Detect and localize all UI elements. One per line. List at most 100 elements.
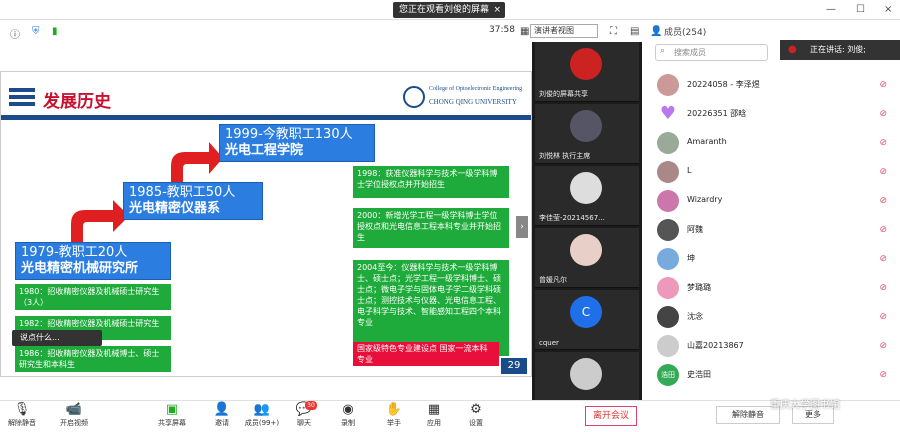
speaker-avatar: ●	[788, 44, 797, 55]
speaking-indicator: 正在讲话: 刘俊;	[780, 40, 900, 60]
stage-name: 光电精密机械研究所	[21, 261, 139, 276]
video-tile[interactable]: 刘悦林 执行主席	[535, 104, 639, 164]
layout-icon[interactable]: ▤	[630, 26, 639, 37]
invite-button[interactable]: 👤 邀请	[202, 402, 242, 428]
camera-off-icon: ⊘	[879, 370, 887, 380]
milestone-1980: 1980：招收精密仪器及机械硕士研究生（3人）	[15, 284, 171, 310]
video-name: cquer	[539, 339, 559, 347]
signal-icon[interactable]: ▮	[52, 26, 58, 37]
stage-1985: 1985-教职工50人 光电精密仪器系	[123, 182, 263, 220]
meeting-timer: 37:58	[489, 25, 515, 35]
maximize-icon[interactable]: ☐	[856, 4, 865, 15]
heart-icon: ♥	[657, 103, 679, 125]
info-icon[interactable]: ⓘ	[10, 26, 20, 41]
member-item[interactable]: ♥ 20226351 邵晗 ⊘	[657, 101, 887, 127]
chat-button[interactable]: 💬 聊天	[284, 402, 324, 428]
members-count-label: 成员(254)	[664, 28, 707, 38]
button-label: 解除静音	[8, 419, 36, 427]
share-screen-button[interactable]: ▣ 共享屏幕	[152, 402, 192, 428]
chat-input[interactable]: 说点什么...	[12, 330, 102, 346]
start-video-button[interactable]: 📹 开启视频	[54, 402, 94, 428]
member-item[interactable]: 梦璐璐 ⊘	[657, 275, 887, 301]
avatar	[657, 248, 679, 270]
member-name: 梦璐璐	[687, 283, 711, 292]
avatar	[657, 335, 679, 357]
shield-icon[interactable]: ⛨	[32, 26, 40, 37]
camera-off-icon: ⊘	[879, 109, 887, 119]
member-name: 史浩田	[687, 370, 711, 379]
search-input[interactable]: 搜索成员	[655, 44, 768, 61]
camera-off-icon: ⊘	[879, 341, 887, 351]
camera-off-icon: ⊘	[879, 312, 887, 322]
member-item[interactable]: 20224058 - 李泽煜 ⊘	[657, 72, 887, 98]
milestone-1998: 1998：获准仪器科学与技术一级学科博士学位授权点并开始招生	[353, 166, 509, 198]
member-item[interactable]: 山嘉20213867 ⊘	[657, 333, 887, 359]
viewing-banner[interactable]: 您正在观看刘俊的屏幕 ×	[393, 2, 505, 18]
button-label: 举手	[387, 419, 401, 427]
raise-hand-button[interactable]: ✋ 举手	[374, 402, 414, 428]
video-tile[interactable]: 刘俊的屏幕共享	[535, 42, 639, 102]
camera-off-icon: ⊘	[879, 254, 887, 264]
record-icon: ◉	[342, 402, 354, 417]
member-item[interactable]: Amaranth ⊘	[657, 130, 887, 156]
avatar	[570, 172, 602, 204]
window-close-icon[interactable]: ×	[884, 4, 892, 15]
member-item[interactable]: Wizardry ⊘	[657, 188, 887, 214]
leave-meeting-button[interactable]: 离开会议	[585, 406, 637, 426]
milestone-2000: 2000：新增光学工程一级学科博士学位授权点和光电信息工程本科专业并开始招生	[353, 208, 509, 248]
camera-off-icon: ⊘	[879, 138, 887, 148]
unmute-button[interactable]: 🎙 解除静音	[2, 402, 42, 428]
member-name: 20226351 邵晗	[687, 109, 747, 118]
avatar	[657, 190, 679, 212]
avatar	[570, 358, 602, 390]
camera-off-icon: ⊘	[879, 80, 887, 90]
button-label: 应用	[427, 419, 441, 427]
stage-1979: 1979-教职工20人 光电精密机械研究所	[15, 242, 171, 280]
collapse-panel-button[interactable]: ›	[516, 216, 528, 238]
video-tile[interactable]: 曾媛凡尔	[535, 228, 639, 288]
member-item[interactable]: 阿魏 ⊘	[657, 217, 887, 243]
member-name: 阿魏	[687, 225, 703, 234]
avatar	[657, 161, 679, 183]
video-off-icon: 📹	[65, 402, 83, 417]
minimize-icon[interactable]: —	[826, 4, 836, 15]
chat-icon: 💬	[295, 402, 313, 417]
member-item[interactable]: 沈念 ⊘	[657, 304, 887, 330]
grid-icon[interactable]: ▦	[520, 26, 529, 37]
hand-icon: ✋	[385, 402, 403, 417]
video-tile[interactable]: C cquer	[535, 290, 639, 350]
settings-button[interactable]: ⚙ 设置	[456, 402, 496, 428]
member-item[interactable]: 坤 ⊘	[657, 246, 887, 272]
avatar	[570, 48, 602, 80]
university-logo-icon	[403, 86, 425, 108]
view-mode-button[interactable]: 演讲者视图	[530, 24, 598, 38]
members-button[interactable]: 👥 成员(99+)	[242, 402, 282, 428]
members-icon: 👥	[253, 402, 271, 417]
member-item[interactable]: 浩田 史浩田 ⊘	[657, 362, 887, 388]
close-icon[interactable]: ×	[493, 2, 501, 18]
invite-icon: 👤	[213, 402, 231, 417]
search-icon: ⌕	[660, 46, 666, 56]
apps-icon: ▦	[427, 402, 441, 417]
video-tile[interactable]: 李佳莹-20214567...	[535, 166, 639, 226]
stage-1999: 1999-今教职工130人 光电工程学院	[219, 124, 375, 162]
avatar	[657, 306, 679, 328]
camera-off-icon: ⊘	[879, 225, 887, 235]
avatar	[657, 219, 679, 241]
avatar	[657, 132, 679, 154]
member-name: Amaranth	[687, 137, 727, 146]
apps-button[interactable]: ▦ 应用	[414, 402, 454, 428]
person-icon[interactable]: 👤	[650, 26, 662, 37]
camera-off-icon: ⊘	[879, 196, 887, 206]
button-label: 聊天	[297, 419, 311, 427]
member-name: 沈念	[687, 312, 703, 321]
fullscreen-icon[interactable]: ⛶	[610, 26, 617, 37]
up-arrow-icon	[171, 142, 223, 186]
button-label: 成员(99+)	[244, 419, 280, 427]
member-item[interactable]: L ⊘	[657, 159, 887, 185]
avatar	[570, 110, 602, 142]
video-name: 刘俊的屏幕共享	[539, 90, 588, 98]
record-button[interactable]: ◉ 录制	[328, 402, 368, 428]
camera-off-icon: ⊘	[879, 167, 887, 177]
button-label: 开启视频	[60, 419, 88, 427]
